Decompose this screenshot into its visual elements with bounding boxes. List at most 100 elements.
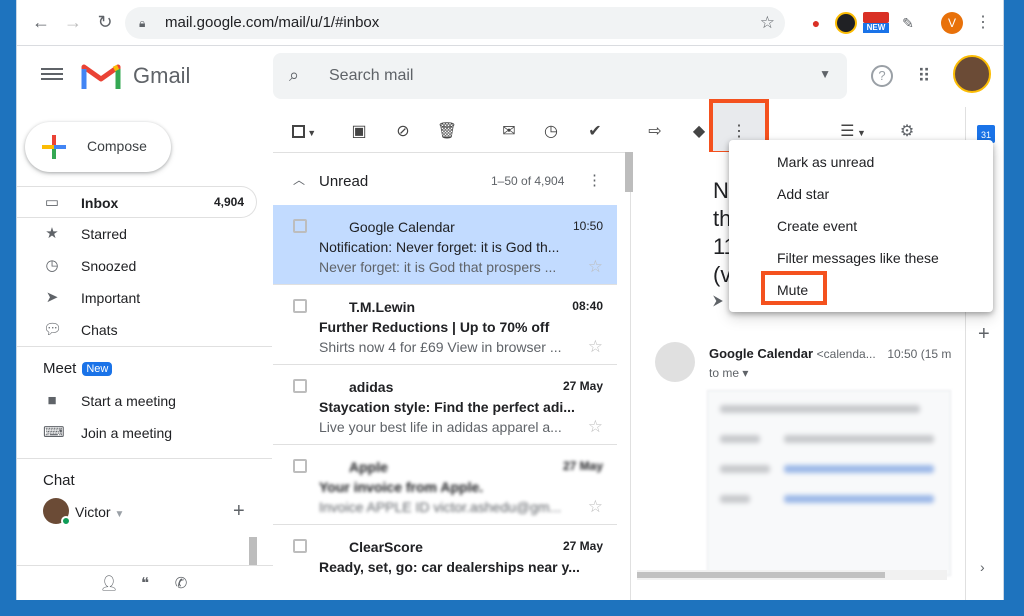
browser-window: ← → ↻ 🔒︎ mail.google.com/mail/u/1/#inbox…	[16, 0, 1004, 600]
row-star-icon[interactable]: ☆	[588, 337, 603, 357]
row-time: 27 May	[562, 379, 603, 393]
message-row[interactable]: Apple 27 May Your invoice from Apple. In…	[273, 445, 617, 525]
recipients-toggle[interactable]: to me ▾	[709, 366, 748, 380]
chat-section-title: Chat	[43, 472, 75, 489]
sender-email: <calenda...	[816, 347, 876, 361]
label-icon[interactable]: ◆	[687, 122, 711, 142]
row-time: 27 May	[562, 539, 603, 553]
menu-item-add-star[interactable]: Add star	[777, 186, 829, 202]
row-checkbox[interactable]	[293, 539, 307, 553]
blurred-text-line	[720, 405, 920, 413]
menu-item-filter-messages[interactable]: Filter messages like these	[777, 250, 939, 266]
blurred-text-line	[784, 465, 934, 473]
row-checkbox[interactable]	[293, 459, 307, 473]
search-input[interactable]: Search mail	[329, 67, 413, 85]
forward-icon[interactable]: →	[61, 10, 85, 34]
help-icon[interactable]: ?	[871, 65, 893, 87]
section-options-icon[interactable]: ⋮	[587, 171, 602, 189]
settings-gear-icon[interactable]: ⚙	[895, 122, 919, 142]
row-checkbox[interactable]	[293, 379, 307, 393]
browser-profile-avatar[interactable]: V	[941, 12, 963, 34]
nav-item-inbox[interactable]: ▭ Inbox 4,904	[17, 186, 257, 218]
section-title: Unread	[319, 173, 369, 190]
inbox-icon: ▭	[44, 194, 60, 211]
hangouts-icon[interactable]: ❝	[135, 574, 155, 594]
snooze-icon[interactable]: ◷	[539, 122, 563, 142]
nav-item-label: Chats	[81, 322, 118, 338]
lock-icon: 🔒︎	[139, 16, 146, 30]
apps-grid-icon[interactable]: ⠿	[913, 65, 935, 87]
nav-item-label: Starred	[81, 226, 127, 242]
search-options-icon[interactable]: ▼	[819, 67, 831, 81]
collapse-chevron-icon[interactable]: ︿	[293, 171, 305, 188]
message-row[interactable]: T.M.Lewin 08:40 Further Reductions | Up …	[273, 285, 617, 365]
main-menu-icon[interactable]	[41, 65, 63, 85]
sender-name[interactable]: Google Calendar	[709, 346, 813, 361]
browser-menu-icon[interactable]: ⋮	[975, 12, 991, 34]
chat-user-name[interactable]: Victor ▼	[75, 504, 124, 520]
new-badge: New	[82, 362, 113, 376]
chat-user-dropdown-icon[interactable]: ▼	[114, 509, 124, 520]
compose-plus-icon	[42, 135, 66, 159]
row-sender: Apple	[349, 459, 388, 475]
archive-icon[interactable]: ▣	[347, 122, 371, 142]
reading-hscrollbar[interactable]	[637, 570, 947, 580]
nav-item-important[interactable]: ➤ Important	[17, 282, 257, 314]
bookmark-star-icon[interactable]: ☆	[760, 7, 775, 39]
add-task-icon[interactable]: ✔	[583, 122, 607, 142]
search-icon[interactable]: ⌕	[289, 65, 299, 86]
gmail-header: Gmail ⌕ Search mail ▼ ? ⠿	[17, 47, 1003, 107]
search-bar[interactable]: ⌕ Search mail ▼	[273, 53, 847, 99]
blurred-text-line	[720, 435, 760, 443]
message-row[interactable]: ClearScore 27 May Ready, set, go: car de…	[273, 525, 617, 600]
app-name: Gmail	[133, 63, 191, 88]
delete-icon[interactable]: 🗑︎	[435, 122, 459, 142]
message-row[interactable]: Google Calendar 10:50 Notification: Neve…	[273, 205, 617, 285]
more-options-icon[interactable]: ⋮	[727, 122, 751, 142]
unread-section-header[interactable]: ︿ Unread 1–50 of 4,904 ⋮	[273, 153, 631, 205]
extension-pen-icon[interactable]: ✎	[897, 12, 919, 34]
address-bar[interactable]: 🔒︎ mail.google.com/mail/u/1/#inbox ☆	[125, 7, 785, 39]
mark-read-icon[interactable]: ✉	[497, 122, 521, 142]
row-star-icon[interactable]: ☆	[588, 497, 603, 517]
select-checkbox-icon[interactable]: ▼	[289, 122, 319, 142]
back-icon[interactable]: ←	[29, 10, 53, 34]
compose-button[interactable]: Compose	[25, 122, 171, 172]
row-checkbox[interactable]	[293, 299, 307, 313]
gmail-logo-icon	[81, 64, 121, 89]
extension-new-icon[interactable]: NEW	[863, 12, 889, 34]
clock-icon: ◷	[45, 257, 59, 274]
menu-item-mark-unread[interactable]: Mark as unread	[777, 154, 874, 170]
keyboard-icon: ⌨	[43, 424, 65, 441]
row-sender: Google Calendar	[349, 219, 455, 235]
row-time: 08:40	[572, 299, 603, 313]
move-to-icon[interactable]: ⇨	[643, 122, 667, 142]
chat-user-label: Victor	[75, 504, 111, 520]
message-row[interactable]: adidas 27 May Staycation style: Find the…	[273, 365, 617, 445]
account-avatar[interactable]	[953, 55, 991, 93]
get-addons-icon[interactable]: +	[978, 323, 990, 346]
blurred-text-line	[720, 465, 770, 473]
row-star-icon[interactable]: ☆	[588, 257, 603, 277]
nav-item-chats[interactable]: 💬︎ Chats	[17, 314, 257, 346]
report-spam-icon[interactable]: ⊘	[391, 122, 415, 142]
nav-item-snoozed[interactable]: ◷ Snoozed	[17, 250, 257, 282]
row-star-icon[interactable]: ☆	[588, 417, 603, 437]
meet-section-title: Meet New	[43, 360, 113, 377]
extension-record-icon[interactable]: ●	[805, 12, 827, 34]
add-chat-icon[interactable]: +	[233, 500, 245, 523]
split-pane-toggle-icon[interactable]: ☰ ▼	[835, 122, 871, 142]
expand-panel-icon[interactable]: ›	[980, 559, 985, 575]
sender-avatar	[655, 342, 695, 382]
extension-badge-icon[interactable]	[835, 12, 857, 34]
person-icon[interactable]: 👤︎	[99, 574, 119, 594]
reload-icon[interactable]: ↻	[93, 10, 117, 34]
menu-item-create-event[interactable]: Create event	[777, 218, 857, 234]
nav-item-starred[interactable]: ★ Starred	[17, 218, 257, 250]
start-meeting-item[interactable]: ■ Start a meeting	[17, 385, 257, 417]
list-scrollbar[interactable]	[625, 152, 633, 192]
phone-icon[interactable]: ✆	[171, 574, 191, 594]
row-checkbox[interactable]	[293, 219, 307, 233]
join-meeting-item[interactable]: ⌨ Join a meeting	[17, 417, 257, 449]
important-marker-icon[interactable]: ⮞	[713, 292, 723, 309]
